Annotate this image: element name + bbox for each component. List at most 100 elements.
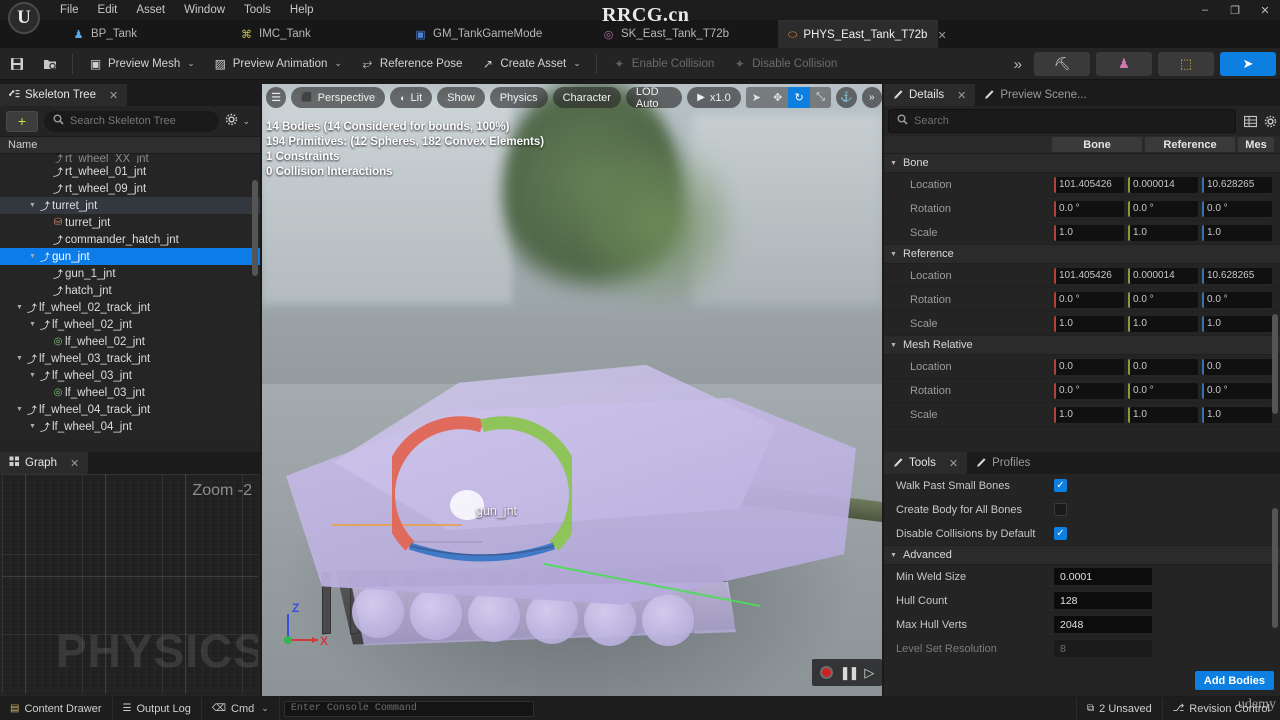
details-field-z[interactable]: 10.628265	[1202, 267, 1272, 284]
asset-tab-phys_east_tank_t72b[interactable]: ⬭ PHYS_East_Tank_T72b ✕	[778, 20, 947, 48]
details-category-header[interactable]: ▼ Bone	[884, 154, 1280, 173]
menu-file[interactable]: File	[52, 2, 87, 18]
status-cmd-button[interactable]: ⌫ Cmd ⌄	[202, 697, 280, 720]
record-icon[interactable]	[819, 666, 833, 679]
skeleton-tree-row[interactable]: ▼ ⤴ lf_wheel_04_track_jnt	[0, 401, 260, 418]
add-skeleton-item-button[interactable]: +	[6, 110, 38, 132]
details-field-x[interactable]: 0.0 °	[1054, 382, 1124, 399]
details-field-z[interactable]: 10.628265	[1202, 176, 1272, 193]
menu-help[interactable]: Help	[282, 2, 322, 18]
details-field-x[interactable]: 1.0	[1054, 315, 1124, 332]
skeleton-tree-row[interactable]: ⤴ rt_wheel_09_jnt	[0, 180, 260, 197]
tab-graph-close[interactable]: ✕	[70, 457, 79, 470]
details-field-x[interactable]: 0.0 °	[1054, 200, 1124, 217]
tab-graph[interactable]: Graph ✕	[0, 452, 89, 474]
tree-expander-icon[interactable]: ▼	[14, 406, 25, 413]
tools-checkbox[interactable]: ✓	[1054, 479, 1067, 492]
tree-expander-icon[interactable]: ▼	[27, 321, 38, 328]
asset-tab-gm_tankgamemode[interactable]: ▣ GM_TankGameMode	[404, 20, 564, 48]
viewport-perspective-button[interactable]: ⬛ Perspective	[291, 87, 386, 108]
character-mode-button[interactable]: ♟	[1096, 52, 1152, 76]
details-column-header-mes[interactable]: Mes	[1238, 137, 1274, 152]
graph-mode-button[interactable]: ⬚	[1158, 52, 1214, 76]
details-field-y[interactable]: 0.000014	[1128, 267, 1198, 284]
details-field-y[interactable]: 0.0 °	[1128, 200, 1198, 217]
toolbar-preview-mesh-button[interactable]: ▣ Preview Mesh ⌄	[80, 52, 203, 75]
skeleton-tree-row[interactable]: ⤴ rt_wheel_XX_jnt	[0, 154, 260, 163]
status-2-unsaved-button[interactable]: ⧉ 2 Unsaved	[1076, 697, 1162, 720]
details-search-input[interactable]: Search	[888, 109, 1236, 133]
skeleton-tree-row[interactable]: ⤴ hatch_jnt	[0, 282, 260, 299]
unreal-logo[interactable]: U	[8, 2, 40, 34]
tree-expander-icon[interactable]: ▼	[27, 202, 38, 209]
viewport-character-button[interactable]: Character	[552, 87, 621, 108]
details-field-z[interactable]: 0.0	[1202, 358, 1272, 375]
browse-content-button[interactable]	[34, 52, 65, 75]
details-field-z[interactable]: 0.0 °	[1202, 382, 1272, 399]
viewport-play-speed-button[interactable]: ▶ x1.0	[687, 87, 741, 108]
skeleton-tree-row[interactable]: ⤴ commander_hatch_jnt	[0, 231, 260, 248]
tools-field-input[interactable]: 2048	[1054, 616, 1152, 633]
details-field-y[interactable]: 0.000014	[1128, 176, 1198, 193]
details-category-header[interactable]: ▼ Mesh Relative	[884, 336, 1280, 355]
skeleton-tree-settings-button[interactable]: ⌄	[225, 113, 254, 129]
details-field-y[interactable]: 0.0 °	[1128, 291, 1198, 308]
toolbar-disable-collision-button[interactable]: ✦ Disable Collision	[724, 52, 845, 75]
details-field-z[interactable]: 1.0	[1202, 406, 1272, 423]
add-bodies-button[interactable]: Add Bodies	[1194, 671, 1274, 690]
details-field-y[interactable]: 1.0	[1128, 406, 1198, 423]
asset-tab-bp_tank[interactable]: ♟ BP_Tank	[62, 20, 166, 48]
details-scrollbar[interactable]	[1272, 314, 1278, 414]
skeleton-tree-row[interactable]: ▼ ⤴ lf_wheel_02_track_jnt	[0, 299, 260, 316]
skeleton-tree-scrollbar[interactable]	[252, 180, 258, 276]
asset-tab-close-button[interactable]: ✕	[937, 29, 946, 42]
tree-expander-icon[interactable]: ▼	[14, 304, 25, 311]
skeleton-tree-list[interactable]: ⤴ rt_wheel_XX_jnt ⤴ rt_wheel_01_jnt ⤴ rt_whee…	[0, 154, 260, 438]
translate-tool-button[interactable]: ✥	[767, 87, 788, 108]
tools-checkbox[interactable]: ✓	[1054, 527, 1067, 540]
skeleton-tree-row[interactable]: ▼ ⤴ lf_wheel_03_jnt	[0, 367, 260, 384]
toolbar-preview-animation-button[interactable]: ▨ Preview Animation ⌄	[205, 52, 350, 75]
close-button[interactable]: ✕	[1250, 0, 1280, 20]
select-tool-button[interactable]: ➤	[746, 87, 767, 108]
tab-profiles[interactable]: Profiles	[967, 452, 1040, 474]
details-field-y[interactable]: 1.0	[1128, 315, 1198, 332]
asset-tab-imc_tank[interactable]: ⌘ IMC_Tank	[230, 20, 338, 48]
step-forward-icon[interactable]: ▷	[864, 665, 874, 681]
scale-tool-button[interactable]: ⤡	[810, 87, 831, 108]
minimize-button[interactable]: –	[1190, 0, 1220, 20]
details-field-z[interactable]: 0.0 °	[1202, 291, 1272, 308]
pause-icon[interactable]: ❚❚	[840, 665, 860, 681]
details-field-x[interactable]: 1.0	[1054, 224, 1124, 241]
menu-tools[interactable]: Tools	[236, 2, 279, 18]
details-field-z[interactable]: 0.0 °	[1202, 200, 1272, 217]
tree-expander-icon[interactable]: ▼	[27, 253, 38, 260]
tools-field-input[interactable]: 8	[1054, 640, 1152, 657]
viewport[interactable]: gun_jnt ☰ ⬛ Perspective ◐ Lit Show Physics Cha…	[262, 84, 882, 696]
tools-field-input[interactable]: 128	[1054, 592, 1152, 609]
tab-previewscene[interactable]: Preview Scene...	[975, 84, 1096, 106]
tools-advanced-category[interactable]: ▼ Advanced	[884, 546, 1280, 565]
skeleton-tree-row[interactable]: ▼ ⤴ lf_wheel_02_jnt	[0, 316, 260, 333]
tab-tools[interactable]: Tools ✕	[884, 452, 968, 474]
skeleton-tree-row[interactable]: ▼ ⤴ gun_jnt	[0, 248, 260, 265]
save-button[interactable]	[1, 52, 32, 75]
chevron-down-icon[interactable]: ▼	[890, 251, 897, 258]
details-field-x[interactable]: 0.0	[1054, 358, 1124, 375]
tank-physics-preview[interactable]: gun_jnt	[262, 294, 882, 696]
tools-scrollbar[interactable]	[1272, 508, 1278, 628]
rotation-gizmo[interactable]: gun_jnt	[392, 414, 572, 562]
viewport-more-button[interactable]: »	[861, 87, 882, 108]
chevron-down-icon[interactable]: ▼	[890, 160, 897, 167]
details-field-y[interactable]: 0.0 °	[1128, 382, 1198, 399]
details-field-x[interactable]: 101.405426	[1054, 176, 1124, 193]
toolbar-overflow-button[interactable]: »	[1014, 56, 1028, 73]
status-output-log-button[interactable]: ☰ Output Log	[113, 697, 202, 720]
menu-edit[interactable]: Edit	[90, 2, 126, 18]
tools-field-input[interactable]: 0.0001	[1054, 568, 1152, 585]
tab-skeleton-tree-close[interactable]: ✕	[109, 89, 118, 102]
viewport-show-button[interactable]: Show	[437, 87, 485, 108]
skeleton-tree-row[interactable]: ▼ ⤴ turret_jnt	[0, 197, 260, 214]
details-field-z[interactable]: 1.0	[1202, 224, 1272, 241]
tab-skeleton-tree[interactable]: Skeleton Tree ✕	[0, 84, 128, 106]
